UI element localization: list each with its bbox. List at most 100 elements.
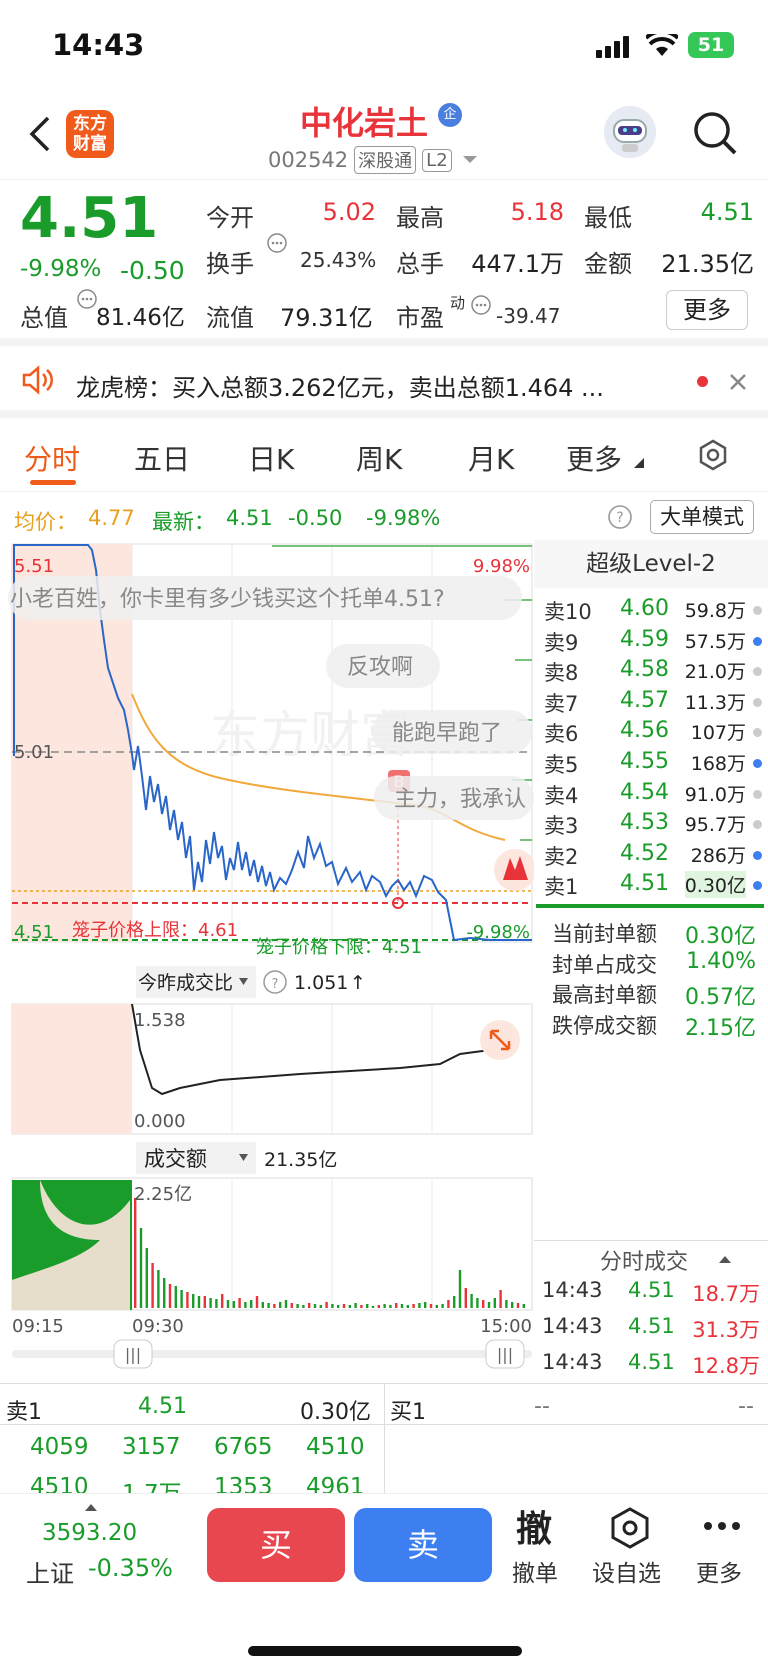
divider <box>534 1240 768 1241</box>
volume-bar <box>505 1300 508 1308</box>
ask-price: 4.58 <box>620 657 669 683</box>
add-watchlist-label[interactable]: 设自选 <box>592 1554 661 1588</box>
volume-bar <box>197 1296 201 1308</box>
comment-text: 小老百姓，你卡里有多少钱买这个托单4.51? <box>10 587 445 612</box>
volume-bar <box>383 1304 386 1308</box>
volume-bar <box>371 1306 375 1308</box>
ask-price: 4.59 <box>620 626 669 652</box>
ask-price: 4.56 <box>620 718 669 744</box>
volume-bar <box>412 1304 415 1308</box>
trade-time: 14:43 <box>542 1278 603 1302</box>
back-icon[interactable] <box>28 114 52 154</box>
volume-bar <box>424 1302 427 1308</box>
range-track[interactable] <box>12 1350 532 1358</box>
buy-button[interactable]: 买 <box>207 1508 345 1582</box>
ask-row[interactable]: 卖9 4.59 57.5万 <box>534 627 768 657</box>
ask-row[interactable]: 卖6 4.56 107万 <box>534 718 768 748</box>
quote-more-button[interactable]: 更多 <box>666 290 748 330</box>
amount-value: 21.35亿 <box>264 1149 337 1171</box>
ask-label: 卖10 <box>544 600 592 624</box>
ask-row[interactable]: 卖5 4.55 168万 <box>534 749 768 779</box>
volume-bar <box>348 1305 351 1308</box>
volume-bar <box>482 1300 485 1308</box>
more-label[interactable]: 更多 <box>696 1554 742 1588</box>
volume-bar <box>284 1300 288 1308</box>
pct-bottom-label: -9.98% <box>466 922 530 943</box>
volume-bar <box>400 1304 404 1308</box>
price-bottom-label: 4.51 <box>14 922 54 943</box>
ask-price: 4.51 <box>620 871 669 897</box>
ask-row[interactable]: 卖1 4.51 0.30亿 <box>534 871 768 901</box>
trade-volume: 31.3万 <box>692 1318 760 1342</box>
cancel-order-label[interactable]: 撤单 <box>512 1554 558 1588</box>
tab-monthly-k[interactable]: 月K <box>468 438 514 478</box>
volume-bar <box>302 1305 305 1308</box>
intraday-chart[interactable]: 东方财富 5.51 9.98% 5.01 4.51 -9.98% 笼子价格上限：… <box>0 540 534 1370</box>
volume-bar <box>174 1286 177 1308</box>
tab-five-day[interactable]: 五日 <box>134 438 190 478</box>
caret-up-icon[interactable] <box>84 1502 98 1512</box>
upper-limit-label: 笼子价格上限：4.61 <box>72 920 238 941</box>
ask-row[interactable]: 卖7 4.57 11.3万 <box>534 688 768 718</box>
index-value: 3593.20 <box>42 1520 138 1546</box>
ask-row[interactable]: 卖2 4.52 286万 <box>534 841 768 871</box>
ask-row[interactable]: 卖3 4.53 95.7万 <box>534 810 768 840</box>
volume-bar <box>418 1303 421 1308</box>
close-icon[interactable] <box>728 372 748 392</box>
ratio-pre-shade <box>12 1004 132 1134</box>
ask-label: 卖4 <box>544 783 579 808</box>
help-icon[interactable]: ? <box>607 504 633 530</box>
intraday-info-row: 均价： 4.77 最新： 4.51 -0.50 -9.98% ? 大单模式 <box>0 494 768 538</box>
order-detail-value: 4059 <box>30 1434 89 1460</box>
volume-bar <box>354 1303 357 1308</box>
info-dots-icon[interactable] <box>266 232 288 254</box>
volume-bar <box>395 1303 398 1308</box>
tab-intraday[interactable]: 分时 <box>24 438 80 478</box>
trade-volume: 12.8万 <box>692 1354 760 1378</box>
volume-bar <box>337 1305 340 1308</box>
tab-weekly-k[interactable]: 周K <box>356 438 402 478</box>
price-top-label: 5.51 <box>14 556 54 577</box>
turnover-value: 25.43% <box>300 248 377 272</box>
pe-label: 市盈 <box>396 304 444 332</box>
gear-icon[interactable] <box>696 438 730 472</box>
logo-line2: 财富 <box>73 134 107 154</box>
tab-daily-k[interactable]: 日K <box>248 438 294 478</box>
volume-bar <box>487 1302 491 1308</box>
ask-row[interactable]: 卖10 4.60 59.8万 <box>534 596 768 626</box>
trade-price: 4.51 <box>628 1314 675 1338</box>
ask-volume: 286万 <box>690 844 746 867</box>
sgt-chip: 深股通 <box>354 146 417 174</box>
info-dots-icon[interactable] <box>76 288 98 310</box>
dropdown-icon[interactable] <box>460 153 480 167</box>
lower-limit-label: 笼子价格下限：4.51 <box>256 937 422 958</box>
ask-label: 卖3 <box>544 814 579 839</box>
ask-row[interactable]: 卖4 4.54 91.0万 <box>534 780 768 810</box>
ask-volume: 21.0万 <box>684 661 746 684</box>
info-dots-icon[interactable] <box>470 294 492 316</box>
big-order-mode-button[interactable]: 大单模式 <box>650 500 754 534</box>
dragon-tiger-banner[interactable]: 龙虎榜：买入总额3.262亿元，卖出总额1.464 ... <box>0 346 768 418</box>
trade-time: 14:43 <box>542 1314 603 1338</box>
add-watchlist-icon[interactable] <box>608 1506 652 1550</box>
volume-value: 447.1万 <box>471 250 564 278</box>
ask-row[interactable]: 卖8 4.58 21.0万 <box>534 657 768 687</box>
more-dots-icon[interactable] <box>702 1520 742 1532</box>
tab-more[interactable]: 更多 <box>566 438 622 478</box>
trades-title[interactable]: 分时成交 <box>600 1244 688 1276</box>
volume-bar <box>180 1290 183 1308</box>
high-label: 最高 <box>396 204 444 232</box>
sell-button[interactable]: 卖 <box>354 1508 492 1582</box>
float-value: 79.31亿 <box>280 304 373 332</box>
volume-bar <box>493 1298 496 1308</box>
svg-text:|||: ||| <box>125 1345 141 1364</box>
cancel-order-icon[interactable]: 撤 <box>516 1500 552 1552</box>
search-icon[interactable] <box>692 110 738 156</box>
bottom-bar: 3593.20 上证 -0.35% 买 卖 撤 撤单 设自选 更多 <box>0 1493 768 1663</box>
mktcap-value: 81.46亿 <box>96 305 185 331</box>
order-detail-value: 4510 <box>306 1434 365 1460</box>
robot-avatar-icon[interactable] <box>604 106 656 158</box>
status-bar: 14:43 51 <box>0 0 768 88</box>
tab-indicator <box>30 480 76 485</box>
trade-price: 4.51 <box>628 1350 675 1374</box>
